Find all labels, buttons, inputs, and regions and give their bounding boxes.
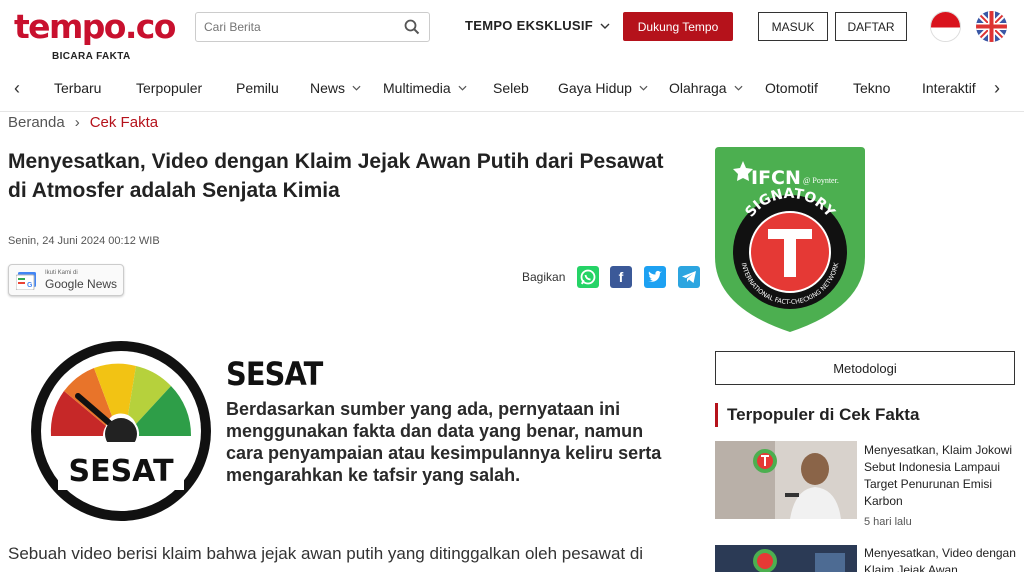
chevron-down-icon	[600, 23, 610, 29]
nav-item-gaya-hidup[interactable]: Gaya Hidup	[558, 80, 648, 96]
facebook-share-icon[interactable]: f	[610, 266, 632, 288]
site-logo[interactable]: tempo.co BICARA FAKTA	[14, 7, 176, 63]
chevron-down-icon	[352, 85, 361, 91]
indonesia-flag-icon[interactable]	[930, 11, 961, 42]
logo-tagline: BICARA FAKTA	[52, 51, 131, 62]
popular-thumbnail[interactable]	[715, 441, 857, 519]
gnews-label: Google News	[45, 277, 118, 291]
gauge-label: SESAT	[68, 454, 174, 489]
breadcrumb-home[interactable]: Beranda	[8, 114, 65, 131]
nav-label: Otomotif	[765, 80, 818, 96]
main-nav: ‹ Terbaru Terpopuler Pemilu News Multime…	[0, 64, 1024, 112]
nav-item-interaktif[interactable]: Interaktif	[922, 80, 976, 96]
eksklusif-label: TEMPO EKSKLUSIF	[465, 18, 594, 33]
nav-scroll-left-icon[interactable]: ‹	[14, 78, 20, 99]
nav-label: Olahraga	[669, 80, 727, 96]
nav-item-seleb[interactable]: Seleb	[493, 80, 529, 96]
verdict-gauge-icon: SESAT	[31, 341, 211, 521]
popular-item-title[interactable]: Menyesatkan, Klaim Jokowi Sebut Indonesi…	[864, 442, 1019, 510]
nav-label: Gaya Hidup	[558, 80, 632, 96]
article-date: Senin, 24 Juni 2024 00:12 WIB	[8, 235, 160, 247]
nav-item-terpopuler[interactable]: Terpopuler	[136, 80, 202, 96]
tempo-eksklusif-menu[interactable]: TEMPO EKSKLUSIF	[465, 18, 610, 33]
dukung-tempo-button[interactable]: Dukung Tempo	[623, 12, 733, 41]
popular-heading: Terpopuler di Cek Fakta	[715, 403, 919, 427]
nav-label: News	[310, 80, 346, 96]
ifcn-sub: @ Poynter.	[803, 176, 839, 185]
login-button[interactable]: MASUK	[758, 12, 828, 41]
breadcrumb: Beranda › Cek Fakta	[8, 114, 158, 131]
nav-item-pemilu[interactable]: Pemilu	[236, 80, 279, 96]
twitter-share-icon[interactable]	[644, 266, 666, 288]
popular-item-title[interactable]: Menyesatkan, Video dengan Klaim Jejak Aw…	[864, 545, 1019, 572]
ifcn-text: IFCN	[751, 167, 801, 189]
article-title: Menyesatkan, Video dengan Klaim Jejak Aw…	[8, 150, 664, 202]
verdict-description: Berdasarkan sumber yang ada, pernyataan …	[226, 399, 662, 485]
chevron-down-icon	[734, 85, 743, 91]
site-header: tempo.co BICARA FAKTA TEMPO EKSKLUSIF Du…	[0, 0, 1024, 64]
nav-label: Terpopuler	[136, 80, 203, 96]
chevron-down-icon	[458, 85, 467, 91]
chevron-down-icon	[639, 85, 648, 91]
whatsapp-share-icon[interactable]	[577, 266, 599, 288]
uk-flag-icon[interactable]	[976, 11, 1007, 42]
breadcrumb-current[interactable]: Cek Fakta	[90, 114, 158, 131]
nav-item-terbaru[interactable]: Terbaru	[54, 80, 101, 96]
nav-label: Pemilu	[236, 80, 279, 96]
svg-text:G: G	[27, 282, 33, 289]
telegram-share-icon[interactable]	[678, 266, 700, 288]
nav-label: Tekno	[853, 80, 891, 96]
ifcn-signatory-badge[interactable]: IFCN @ Poynter. SIGNATORY INTERNATIONAL …	[715, 147, 865, 332]
nav-label: Terbaru	[54, 80, 102, 96]
nav-item-tekno[interactable]: Tekno	[853, 80, 890, 96]
share-label: Bagikan	[522, 270, 566, 284]
nav-item-multimedia[interactable]: Multimedia	[383, 80, 467, 96]
nav-label: Seleb	[493, 80, 529, 96]
nav-item-olahraga[interactable]: Olahraga	[669, 80, 743, 96]
metodologi-button[interactable]: Metodologi	[715, 351, 1015, 385]
google-news-icon: G	[16, 272, 36, 290]
gnews-small-label: Ikuti Kami di	[45, 270, 78, 276]
nav-label: Interaktif	[922, 80, 976, 96]
popular-item-time: 5 hari lalu	[864, 516, 912, 528]
search-icon[interactable]	[404, 19, 420, 35]
breadcrumb-separator: ›	[74, 114, 80, 131]
search-box[interactable]	[195, 12, 430, 42]
nav-item-news[interactable]: News	[310, 80, 361, 96]
popular-thumbnail[interactable]	[715, 545, 857, 572]
article-body: Sebuah video berisi klaim bahwa jejak aw…	[8, 544, 644, 563]
verdict-title: SESAT	[226, 355, 323, 393]
nav-item-otomotif[interactable]: Otomotif	[765, 80, 818, 96]
register-button[interactable]: DAFTAR	[835, 12, 907, 41]
nav-scroll-right-icon[interactable]: ›	[994, 78, 1000, 99]
nav-label: Multimedia	[383, 80, 451, 96]
search-input[interactable]	[196, 13, 396, 41]
verdict-banner: SESAT SESAT Berdasarkan sumber yang ada,…	[8, 320, 698, 540]
logo-wordmark: tempo.co	[14, 7, 176, 46]
google-news-follow-button[interactable]: G Ikuti Kami di Google News	[8, 264, 124, 296]
